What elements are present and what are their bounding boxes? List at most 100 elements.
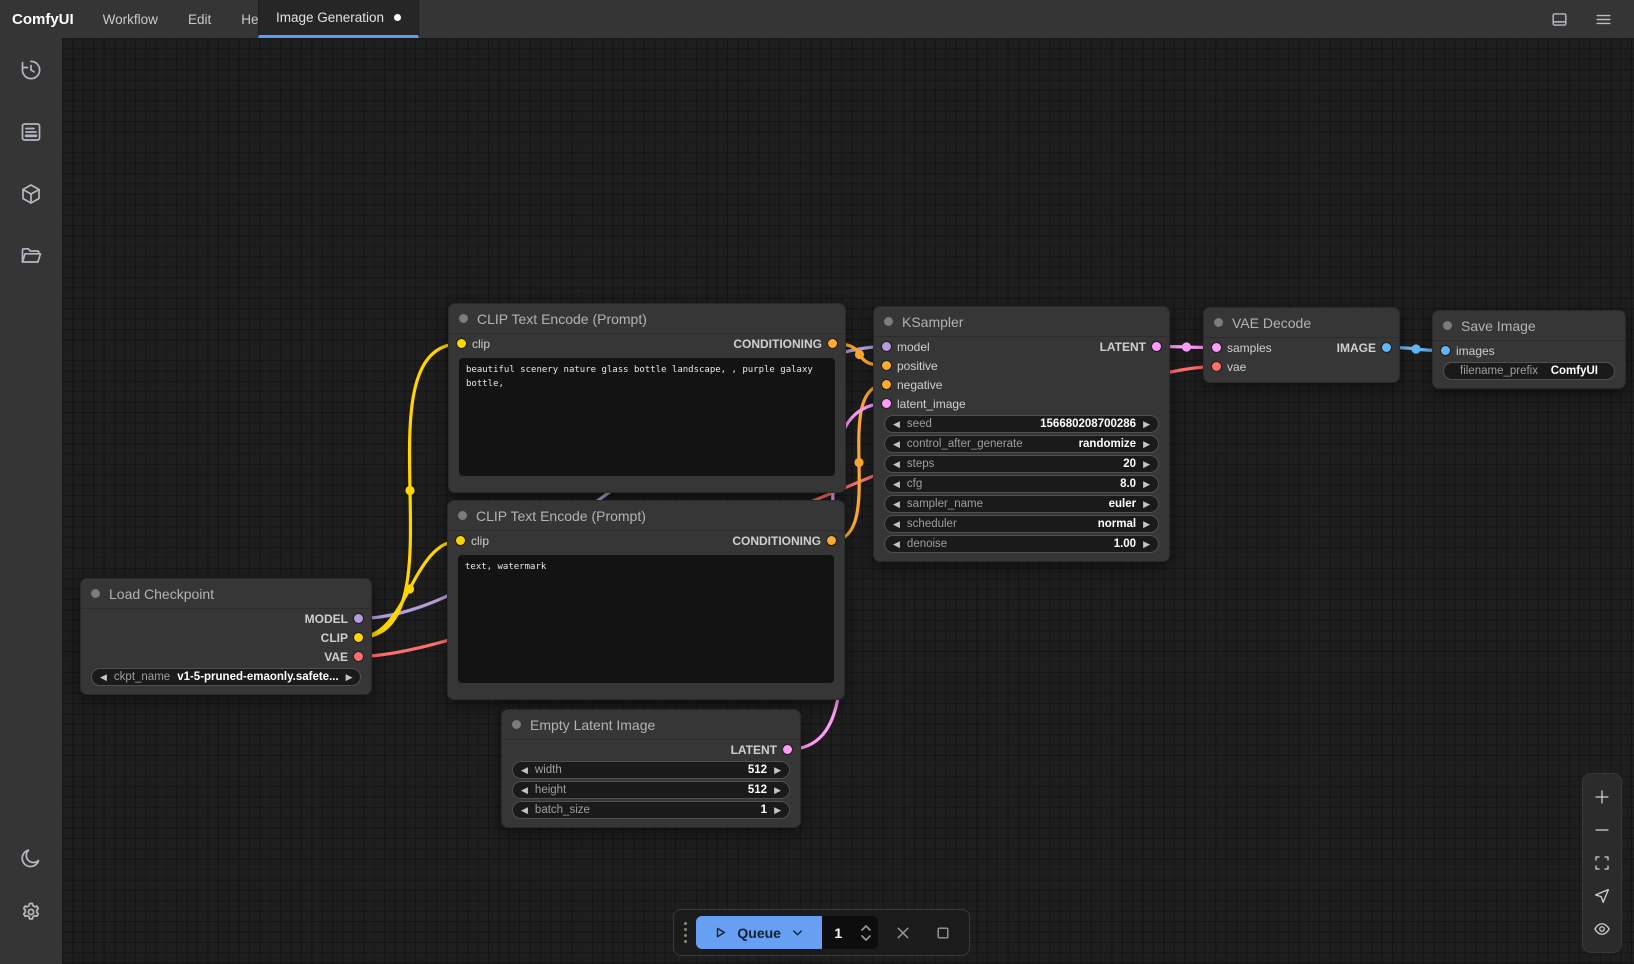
output-port-CONDITIONING[interactable] bbox=[828, 339, 837, 348]
widget-value: euler bbox=[1109, 498, 1137, 510]
widget-width[interactable]: ◀width512▶ bbox=[512, 761, 790, 779]
widget-left-arrow-icon[interactable]: ◀ bbox=[893, 540, 900, 549]
input-port-latent_image[interactable] bbox=[882, 399, 891, 408]
output-port-IMAGE[interactable] bbox=[1382, 343, 1391, 352]
widget-left-arrow-icon[interactable]: ◀ bbox=[893, 420, 900, 429]
clear-queue-button[interactable] bbox=[887, 917, 919, 949]
widget-left-arrow-icon[interactable]: ◀ bbox=[521, 786, 528, 795]
output-port-CLIP[interactable] bbox=[354, 633, 363, 642]
widget-cfg[interactable]: ◀cfg8.0▶ bbox=[884, 475, 1159, 493]
widget-right-arrow-icon[interactable]: ▶ bbox=[1143, 440, 1150, 449]
input-port-clip[interactable] bbox=[456, 536, 465, 545]
select-mode-button[interactable] bbox=[1588, 882, 1616, 910]
zoom-in-button[interactable] bbox=[1588, 783, 1616, 811]
input-port-positive[interactable] bbox=[882, 361, 891, 370]
queue-icon[interactable] bbox=[11, 112, 51, 152]
node-clip-positive[interactable]: CLIP Text Encode (Prompt)clipCONDITIONIN… bbox=[448, 303, 846, 493]
batch-count-steppers[interactable] bbox=[860, 924, 872, 942]
widget-value: v1-5-pruned-emaonly.safete... bbox=[177, 671, 338, 683]
input-port-samples[interactable] bbox=[1212, 343, 1221, 352]
widget-steps[interactable]: ◀steps20▶ bbox=[884, 455, 1159, 473]
widget-right-arrow-icon[interactable]: ▶ bbox=[1143, 460, 1150, 469]
widget-right-arrow-icon[interactable]: ▶ bbox=[1143, 480, 1150, 489]
widget-right-arrow-icon[interactable]: ▶ bbox=[1143, 540, 1150, 549]
widget-left-arrow-icon[interactable]: ◀ bbox=[893, 440, 900, 449]
input-port-vae[interactable] bbox=[1212, 362, 1221, 371]
queue-bar-drag-handle[interactable] bbox=[684, 922, 687, 943]
collapse-dot[interactable] bbox=[1214, 318, 1223, 327]
collapse-dot[interactable] bbox=[459, 314, 468, 323]
workflow-history-icon[interactable] bbox=[11, 50, 51, 90]
node-clip-negative[interactable]: CLIP Text Encode (Prompt)clipCONDITIONIN… bbox=[447, 500, 845, 700]
node-title-label: Empty Latent Image bbox=[530, 717, 655, 733]
widget-left-arrow-icon[interactable]: ◀ bbox=[893, 520, 900, 529]
node-load-checkpoint[interactable]: Load CheckpointMODELCLIPVAE◀ckpt_namev1-… bbox=[80, 578, 372, 695]
widget-left-arrow-icon[interactable]: ◀ bbox=[893, 480, 900, 489]
node-library-icon[interactable] bbox=[11, 174, 51, 214]
queue-button[interactable]: Queue bbox=[696, 916, 822, 949]
output-group: MODEL bbox=[305, 612, 363, 626]
collapse-dot[interactable] bbox=[884, 317, 893, 326]
widget-left-arrow-icon[interactable]: ◀ bbox=[521, 806, 528, 815]
collapse-dot[interactable] bbox=[91, 589, 100, 598]
widget-batch_size[interactable]: ◀batch_size1▶ bbox=[512, 801, 790, 819]
input-port-images[interactable] bbox=[1441, 346, 1450, 355]
widget-value: 156680208700286 bbox=[1040, 418, 1136, 430]
widget-left-arrow-icon[interactable]: ◀ bbox=[893, 460, 900, 469]
graph-canvas[interactable]: Queue 1 bbox=[62, 38, 1634, 964]
input-port-model[interactable] bbox=[882, 342, 891, 351]
node-save-image[interactable]: Save Imageimagesfilename_prefixComfyUI bbox=[1432, 310, 1626, 389]
output-group: VAE bbox=[324, 650, 363, 664]
input-port-negative[interactable] bbox=[882, 380, 891, 389]
settings-gear-icon[interactable] bbox=[11, 892, 51, 932]
widget-filename_prefix[interactable]: filename_prefixComfyUI bbox=[1443, 362, 1615, 380]
node-ksampler[interactable]: KSamplermodelLATENTpositivenegativelaten… bbox=[873, 306, 1170, 562]
output-port-CONDITIONING[interactable] bbox=[827, 536, 836, 545]
bottom-panel-icon[interactable] bbox=[1544, 4, 1574, 34]
output-port-LATENT[interactable] bbox=[783, 745, 792, 754]
widget-left-arrow-icon[interactable]: ◀ bbox=[521, 766, 528, 775]
hamburger-menu-icon[interactable] bbox=[1588, 4, 1618, 34]
widget-scheduler[interactable]: ◀schedulernormal▶ bbox=[884, 515, 1159, 533]
node-title: Empty Latent Image bbox=[502, 710, 800, 740]
widget-right-arrow-icon[interactable]: ▶ bbox=[774, 766, 781, 775]
widget-right-arrow-icon[interactable]: ▶ bbox=[1143, 520, 1150, 529]
menu-edit[interactable]: Edit bbox=[173, 0, 226, 38]
node-vae-decode[interactable]: VAE DecodesamplesIMAGEvae bbox=[1203, 307, 1400, 383]
widget-left-arrow-icon[interactable]: ◀ bbox=[100, 673, 107, 682]
input-port-label: negative bbox=[897, 378, 942, 392]
widget-right-arrow-icon[interactable]: ▶ bbox=[774, 806, 781, 815]
widget-seed[interactable]: ◀seed156680208700286▶ bbox=[884, 415, 1159, 433]
collapse-dot[interactable] bbox=[512, 720, 521, 729]
port-row: images bbox=[1433, 341, 1625, 360]
node-empty-latent[interactable]: Empty Latent ImageLATENT◀width512▶◀heigh… bbox=[501, 709, 801, 828]
workflow-tab[interactable]: Image Generation bbox=[258, 0, 419, 38]
zoom-out-button[interactable] bbox=[1588, 816, 1616, 844]
toggle-visibility-button[interactable] bbox=[1588, 915, 1616, 943]
app-logo: ComfyUI bbox=[0, 0, 88, 38]
batch-count-input[interactable]: 1 bbox=[834, 925, 860, 941]
collapse-dot[interactable] bbox=[458, 511, 467, 520]
prompt-textarea[interactable]: beautiful scenery nature glass bottle la… bbox=[459, 358, 835, 476]
output-port-VAE[interactable] bbox=[354, 652, 363, 661]
stop-button[interactable] bbox=[927, 917, 959, 949]
input-port-clip[interactable] bbox=[457, 339, 466, 348]
theme-toggle-icon[interactable] bbox=[11, 838, 51, 878]
menu-workflow[interactable]: Workflow bbox=[88, 0, 173, 38]
widget-ckpt_name[interactable]: ◀ckpt_namev1-5-pruned-emaonly.safete...▶ bbox=[91, 668, 361, 686]
widget-denoise[interactable]: ◀denoise1.00▶ bbox=[884, 535, 1159, 553]
widget-right-arrow-icon[interactable]: ▶ bbox=[346, 673, 353, 682]
collapse-dot[interactable] bbox=[1443, 321, 1452, 330]
fit-view-button[interactable] bbox=[1588, 849, 1616, 877]
widget-right-arrow-icon[interactable]: ▶ bbox=[1143, 420, 1150, 429]
widget-sampler_name[interactable]: ◀sampler_nameeuler▶ bbox=[884, 495, 1159, 513]
output-port-LATENT[interactable] bbox=[1152, 342, 1161, 351]
widget-left-arrow-icon[interactable]: ◀ bbox=[893, 500, 900, 509]
widget-right-arrow-icon[interactable]: ▶ bbox=[774, 786, 781, 795]
workflows-folder-icon[interactable] bbox=[11, 236, 51, 276]
widget-control_after_generate[interactable]: ◀control_after_generaterandomize▶ bbox=[884, 435, 1159, 453]
widget-height[interactable]: ◀height512▶ bbox=[512, 781, 790, 799]
prompt-textarea[interactable]: text, watermark bbox=[458, 555, 834, 683]
output-port-MODEL[interactable] bbox=[354, 614, 363, 623]
widget-right-arrow-icon[interactable]: ▶ bbox=[1143, 500, 1150, 509]
